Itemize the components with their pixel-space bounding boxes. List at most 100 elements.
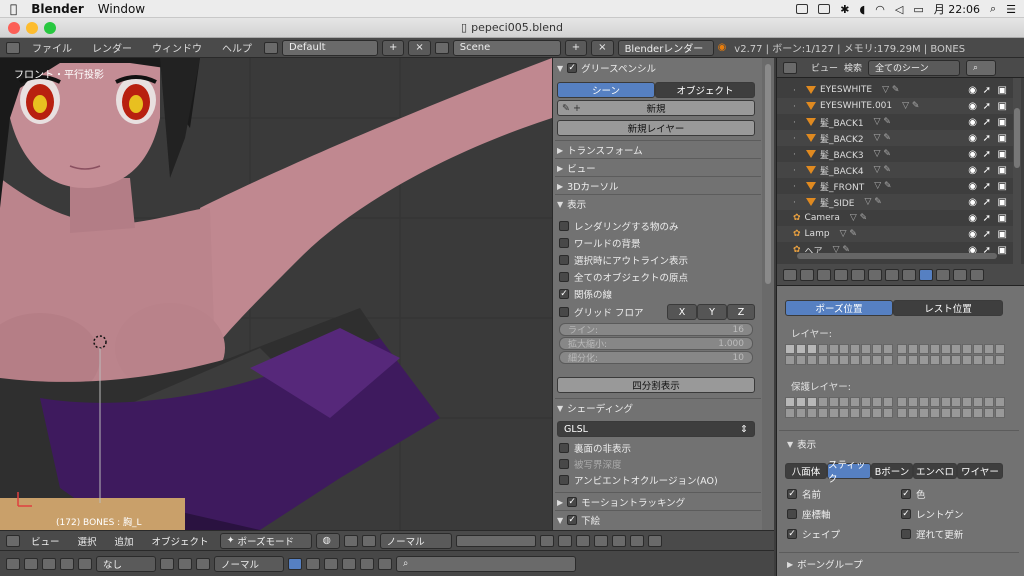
bone-tab-icon[interactable] bbox=[919, 268, 933, 281]
record-icon[interactable] bbox=[196, 557, 210, 570]
battery-icon[interactable]: ▭ bbox=[913, 3, 923, 16]
layers-grid-c[interactable] bbox=[897, 344, 951, 365]
check-icon[interactable] bbox=[818, 4, 831, 14]
pose-paste-icon[interactable] bbox=[557, 534, 572, 547]
opt-ao[interactable]: アンビエントオクルージョン(AO) bbox=[559, 472, 755, 488]
render-camera-icon[interactable]: ▣ bbox=[998, 133, 1007, 144]
render-camera-icon[interactable]: ▣ bbox=[998, 229, 1007, 240]
vp-menu-view[interactable]: ビュー bbox=[31, 534, 60, 548]
select-arrow-icon[interactable]: ➚ bbox=[983, 101, 991, 112]
modifier-icon[interactable]: ▽ ✎ bbox=[850, 213, 867, 223]
y-axis-toggle[interactable]: Y bbox=[697, 304, 727, 320]
bone-constraint-tab-icon[interactable] bbox=[936, 268, 950, 281]
texture-tab-icon[interactable] bbox=[970, 268, 984, 281]
engine-select[interactable]: Blenderレンダー bbox=[617, 39, 714, 56]
camera-icon[interactable] bbox=[647, 534, 662, 547]
outliner-item[interactable]: · 髪_SIDE ▽ ✎ ◉ ➚ ▣ bbox=[777, 194, 1013, 210]
scene-icon[interactable] bbox=[434, 41, 449, 54]
manipulator-icon[interactable] bbox=[361, 534, 376, 547]
select-arrow-icon[interactable]: ➚ bbox=[983, 229, 991, 240]
outliner-item[interactable]: · EYESWHITE.001 ▽ ✎ ◉ ➚ ▣ bbox=[777, 98, 1013, 114]
select-arrow-icon[interactable]: ➚ bbox=[983, 213, 991, 224]
modifier-icon[interactable]: ▽ ✎ bbox=[864, 197, 881, 207]
outliner-item[interactable]: · 髪_BACK1 ▽ ✎ ◉ ➚ ▣ bbox=[777, 114, 1013, 130]
display-wire[interactable]: ワイヤー bbox=[957, 463, 1003, 479]
protect-grid-c[interactable] bbox=[897, 397, 951, 418]
pivot-icon[interactable] bbox=[343, 534, 358, 547]
modifier-icon[interactable]: ▽ ✎ bbox=[902, 101, 919, 111]
display-envelope[interactable]: エンベロ bbox=[913, 463, 957, 479]
outliner-vscroll[interactable] bbox=[1013, 78, 1021, 264]
opt-relationship-lines[interactable]: ✓ 関係の線 bbox=[559, 286, 755, 302]
view-header[interactable]: ▶ ビュー bbox=[557, 160, 757, 176]
shading-mode-select[interactable]: GLSL ⇕ bbox=[557, 421, 755, 437]
transform-header[interactable]: ▶ トランスフォーム bbox=[557, 142, 757, 158]
render-camera-icon[interactable]: ▣ bbox=[998, 213, 1007, 224]
opt-delay-refresh[interactable]: 遅れて更新 bbox=[901, 526, 1001, 542]
opt-dof[interactable]: 被写界深度 bbox=[559, 456, 755, 472]
shading-select[interactable]: ◍ bbox=[315, 532, 340, 549]
wifi-icon[interactable]: ◠ bbox=[875, 3, 885, 16]
arrow-left-icon[interactable] bbox=[24, 557, 38, 570]
menu-window[interactable]: ウィンドウ bbox=[152, 40, 202, 55]
arrow-down-icon[interactable] bbox=[78, 557, 92, 570]
opt-all-origins[interactable]: 全てのオブジェクトの原点 bbox=[559, 269, 755, 285]
select-arrow-icon[interactable]: ➚ bbox=[983, 165, 991, 176]
armature-tab-icon[interactable] bbox=[902, 268, 916, 281]
render-camera-icon[interactable]: ▣ bbox=[998, 245, 1007, 256]
snap-icon[interactable] bbox=[611, 534, 626, 547]
filter-icon[interactable] bbox=[306, 557, 320, 570]
protect-grid-b[interactable] bbox=[839, 397, 893, 418]
render-tab-icon[interactable] bbox=[800, 268, 814, 281]
orientation-select[interactable]: ノーマル bbox=[379, 532, 452, 549]
quad-view-button[interactable]: 四分割表示 bbox=[557, 377, 755, 393]
opt-render-only[interactable]: レンダリングする物のみ bbox=[559, 218, 755, 234]
opt-xray[interactable]: ✓ レントゲン bbox=[901, 506, 1001, 522]
motion-tracking-header[interactable]: ▶ ✓ モーショントラッキング bbox=[557, 494, 757, 510]
menu-render[interactable]: レンダー bbox=[92, 40, 132, 55]
new-button[interactable]: ✎ + 新規 bbox=[557, 100, 755, 116]
pose-position-button[interactable]: ポーズ位置 bbox=[785, 300, 893, 316]
visibility-eye-icon[interactable]: ◉ bbox=[968, 213, 977, 224]
opt-shapes[interactable]: ✓ シェイプ bbox=[787, 526, 887, 542]
outliner-search-menu[interactable]: 検索 bbox=[844, 61, 862, 74]
arrow-right-icon[interactable] bbox=[42, 557, 56, 570]
select-arrow-icon[interactable]: ➚ bbox=[983, 85, 991, 96]
display-octahedral[interactable]: 八面体 bbox=[785, 463, 827, 479]
app-menu[interactable]: Blender bbox=[31, 2, 84, 16]
scene-filter-select[interactable]: 全てのシーン bbox=[868, 59, 961, 76]
grease-pencil-header[interactable]: ▼ ✓ グリースペンシル bbox=[557, 60, 757, 76]
outliner-view-menu[interactable]: ビュー bbox=[811, 61, 838, 74]
play-icon[interactable] bbox=[378, 557, 392, 570]
window-menu[interactable]: Window bbox=[98, 2, 145, 16]
outliner-item[interactable]: · 髪_BACK4 ▽ ✎ ◉ ➚ ▣ bbox=[777, 162, 1013, 178]
modifier-icon[interactable]: ▽ ✎ bbox=[874, 165, 891, 175]
render-camera-icon[interactable]: ▣ bbox=[998, 101, 1007, 112]
sound-icon[interactable]: ◖ bbox=[859, 3, 865, 16]
menu-help[interactable]: ヘルプ bbox=[222, 40, 252, 55]
new-layer-button[interactable]: 新規レイヤー bbox=[557, 120, 755, 136]
modifier-tab-icon[interactable] bbox=[953, 268, 967, 281]
modifier-icon[interactable]: ▽ ✎ bbox=[874, 117, 891, 127]
layout-field[interactable]: Default bbox=[282, 39, 378, 56]
apple-icon[interactable]:  bbox=[10, 2, 17, 16]
lines-slider[interactable]: ライン: 16 bbox=[559, 323, 753, 336]
opt-world-bg[interactable]: ワールドの背景 bbox=[559, 235, 755, 251]
scene-toggle-button[interactable]: シーン bbox=[557, 82, 655, 98]
outliner-item[interactable]: · 髪_BACK2 ▽ ✎ ◉ ➚ ▣ bbox=[777, 130, 1013, 146]
modifier-icon[interactable]: ▽ ✎ bbox=[874, 133, 891, 143]
select-arrow-icon[interactable]: ➚ bbox=[983, 117, 991, 128]
clock[interactable]: 月 22:06 bbox=[934, 1, 980, 17]
protect-grid-a[interactable] bbox=[785, 397, 839, 418]
select-arrow-icon[interactable]: ➚ bbox=[983, 181, 991, 192]
layers-grid-d[interactable] bbox=[951, 344, 1005, 365]
menu-icon[interactable]: ☰ bbox=[1006, 3, 1016, 16]
remove-scene-button[interactable]: × bbox=[591, 39, 614, 56]
outliner-item[interactable]: · 髪_BACK3 ▽ ✎ ◉ ➚ ▣ bbox=[777, 146, 1013, 162]
visibility-eye-icon[interactable]: ◉ bbox=[968, 149, 977, 160]
visibility-eye-icon[interactable]: ◉ bbox=[968, 165, 977, 176]
panel-scrollbar[interactable] bbox=[762, 58, 774, 530]
world-tab-icon[interactable] bbox=[851, 268, 865, 281]
bluetooth-icon[interactable]: ✱ bbox=[840, 3, 849, 16]
search-icon[interactable]: ⌕ bbox=[990, 2, 996, 16]
